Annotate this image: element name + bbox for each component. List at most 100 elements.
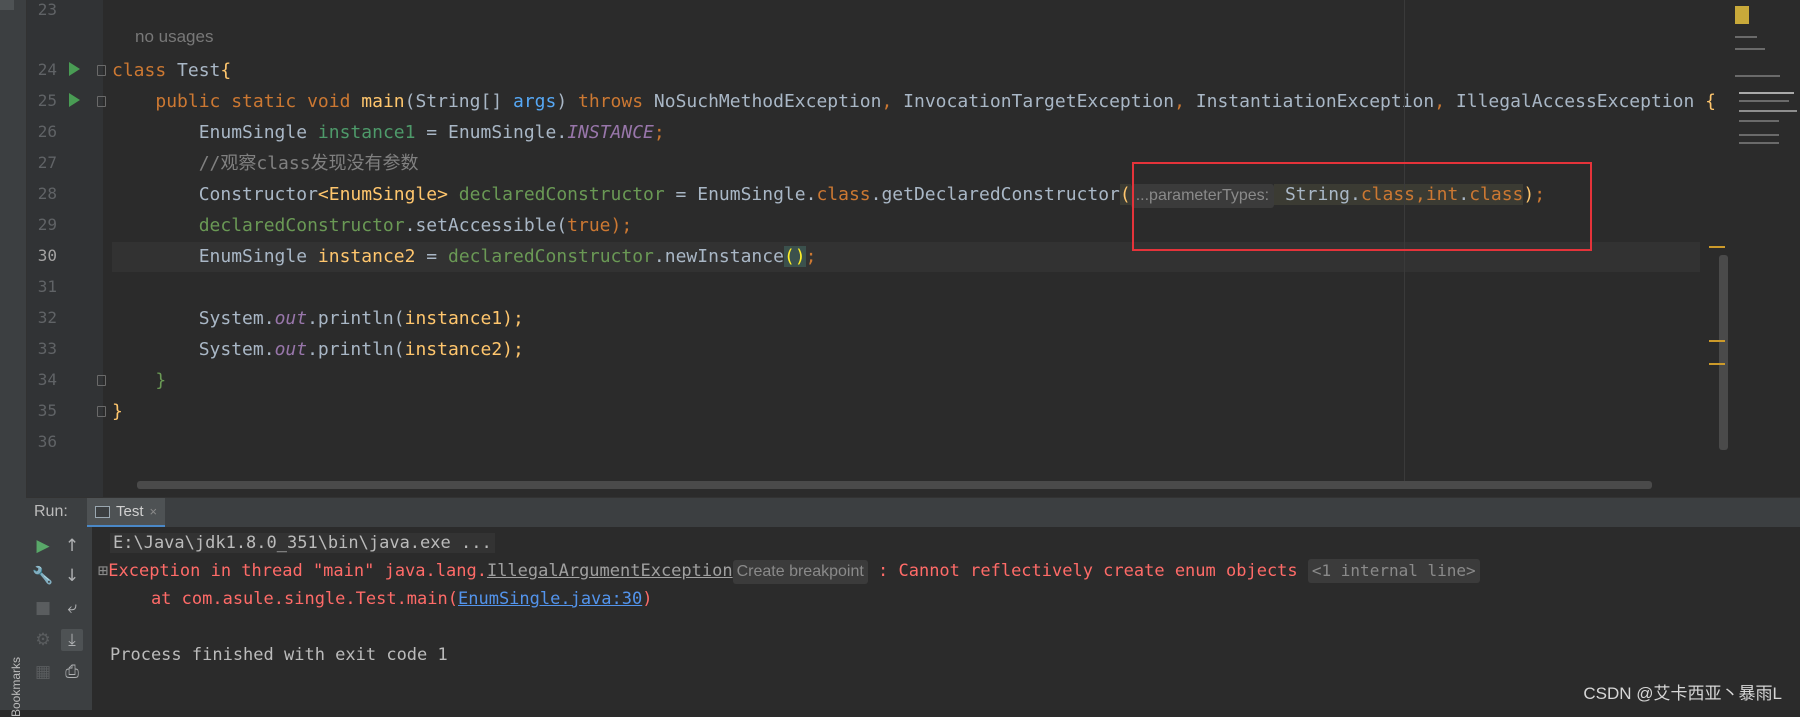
close-icon[interactable]: × [150,504,158,519]
method-call: .println( [307,308,405,329]
terminator: ); [610,215,633,236]
fold-marker-icon[interactable] [97,96,106,107]
variable: declaredConstructor [447,184,665,205]
run-label: Run: [34,503,68,520]
terminator: ); [502,308,524,329]
code-line-25: public static void main(String[] args) t… [112,87,1716,117]
horizontal-scrollbar[interactable] [137,481,1652,489]
console-line: E:\Java\jdk1.8.0_351\bin\java.exe ... [110,531,495,555]
error-stripe-marker[interactable] [1709,363,1725,365]
static-field: out [274,308,308,329]
minimap[interactable] [1727,0,1800,160]
run-class-gutter-icon[interactable] [69,62,80,76]
separator: , [1434,91,1456,112]
code-line-26: EnumSingle instance1 = EnumSingle.INSTAN… [112,118,1700,148]
parens: () [783,246,806,267]
scroll-to-end-icon[interactable]: ⤓ [61,629,83,651]
type: EnumSingle [198,246,318,267]
console-exit-line: Process finished with exit code 1 [110,645,448,665]
class-ref: System. [198,308,275,329]
params-open: (String[] [404,91,513,112]
method-call: .println( [307,339,405,360]
exception-type: NoSuchMethodException [653,91,882,112]
line-number-current: 30 [37,246,57,265]
minimap-block [1735,6,1749,24]
stack-frame-link[interactable]: EnumSingle.java:30 [458,589,642,609]
wrench-icon[interactable]: 🔧 [32,565,54,587]
line-number: 25 [37,91,57,110]
exception-class-link[interactable]: IllegalArgumentException [487,561,733,581]
brace: { [1694,91,1717,112]
assign: = [415,246,448,267]
fold-marker-icon[interactable] [97,406,106,417]
code-editor[interactable]: 23 24 25 26 27 28 29 30 31 32 33 34 35 3… [27,0,1800,515]
minimap-block [1739,134,1779,136]
code-line-34: } [112,366,1700,396]
separator: , [1174,91,1196,112]
rerun-icon[interactable]: ▶ [32,535,54,557]
minimap-block [1735,75,1780,77]
fold-marker-icon[interactable] [97,65,106,76]
run-console[interactable]: E:\Java\jdk1.8.0_351\bin\java.exe ... ⊞E… [92,527,1800,710]
watermark: CSDN @艾卡西亚丶暴雨L [1583,684,1782,703]
run-tab-title: Test [116,503,144,520]
static-field: INSTANCE [567,122,654,143]
exception-type: IllegalAccessException [1455,91,1695,112]
camera-icon[interactable]: ⚙ [32,629,54,651]
minimap-block [1739,120,1779,122]
class-keyword: class [816,184,871,205]
line-number: 34 [37,370,57,389]
method-call: .newInstance [653,246,784,267]
code-area[interactable]: class Test{ public static void main(Stri… [112,0,1716,505]
minimap-block [1739,100,1789,102]
minimap-block [1739,92,1794,94]
annotation-box-constructor [1132,162,1592,251]
run-tab-test[interactable]: Test × [87,498,166,527]
expand-icon[interactable]: ⊞ [98,561,108,581]
error-stripe-marker[interactable] [1709,340,1725,342]
layout-icon[interactable]: ▦ [32,661,54,683]
line-number: 35 [37,401,57,420]
stop-icon[interactable]: ■ [32,597,54,619]
argument: instance2 [404,339,503,360]
comment: //观察class发现没有参数 [198,153,419,174]
vertical-scrollbar[interactable] [1719,255,1728,450]
assign: = EnumSingle. [664,184,817,205]
brace: } [155,370,167,391]
variable: instance2 [317,246,416,267]
minimap-block [1735,48,1765,50]
error-stripe-marker[interactable] [1709,246,1725,248]
paren: ( [1119,184,1131,205]
bookmarks-tab[interactable]: Bookmarks [9,657,23,717]
create-breakpoint-link[interactable]: Create breakpoint [732,560,868,584]
run-main-gutter-icon[interactable] [69,93,80,107]
minimap-block [1735,36,1757,38]
console-line: ⊞Exception in thread "main" java.lang.Il… [98,559,1480,584]
soft-wrap-icon[interactable]: ⤶ [61,597,83,619]
bool-literal: true [567,215,611,236]
down-arrow-icon[interactable]: ↓ [61,565,83,587]
print-icon[interactable]: ⎙ [61,661,83,683]
assign: = EnumSingle. [415,122,568,143]
editor-gutter: 23 24 25 26 27 28 29 30 31 32 33 34 35 3… [27,0,137,515]
keyword: class [112,60,167,81]
run-toolbar: ▶ ↑ 🔧 ↓ ■ ⤶ ⚙ ⤓ ▦ ⎙ [26,527,92,710]
throws-keyword: throws [578,91,654,112]
exception-prefix: Exception in thread "main" java.lang. [108,561,487,581]
line-number: 23 [37,0,57,19]
argument: instance1 [404,308,503,329]
up-arrow-icon[interactable]: ↑ [61,535,83,557]
line-number: 31 [37,277,57,296]
method-call: .setAccessible( [404,215,568,236]
variable: instance1 [317,122,416,143]
line-number: 29 [37,215,57,234]
fold-marker-icon[interactable] [97,375,106,386]
class-ref: System. [198,339,275,360]
semicolon: ; [653,122,665,143]
console-command[interactable]: E:\Java\jdk1.8.0_351\bin\java.exe ... [110,533,495,553]
internal-line-fold[interactable]: <1 internal line> [1307,559,1480,583]
brace: { [220,60,232,81]
stack-frame-prefix: at com.asule.single.Test.main( [110,589,458,609]
project-tab-handle[interactable] [0,0,14,10]
line-number: 28 [37,184,57,203]
